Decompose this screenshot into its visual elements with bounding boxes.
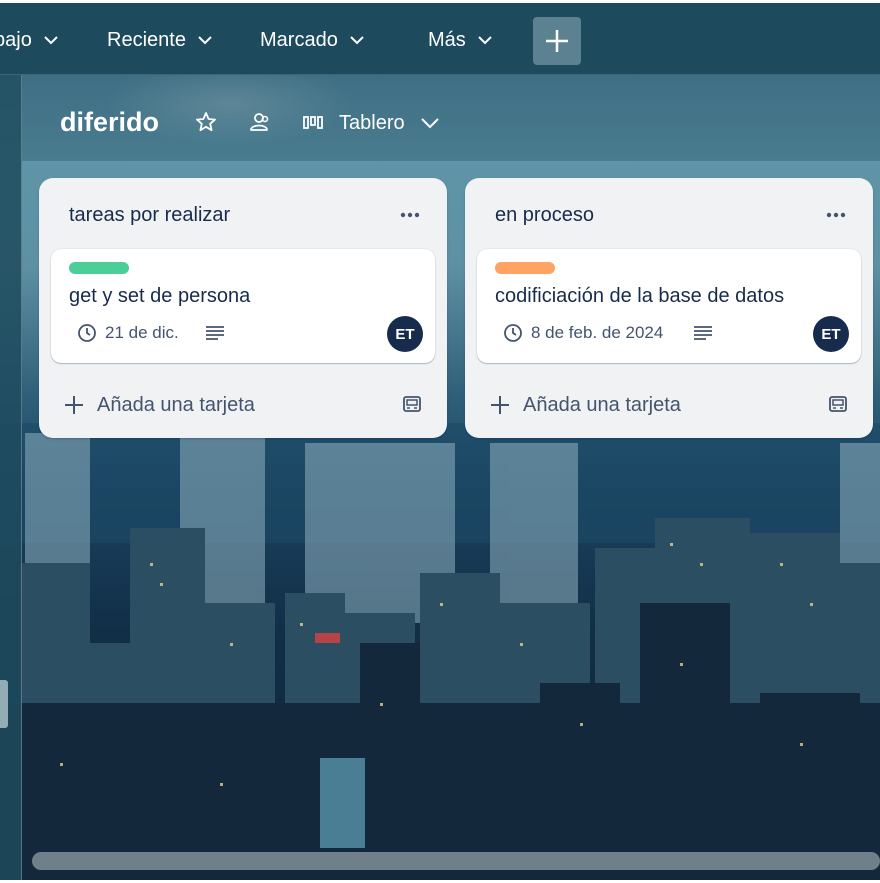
board-header: diferido Tablero <box>22 75 880 161</box>
chevron-down-icon <box>420 118 439 129</box>
chevron-down-icon <box>478 36 492 45</box>
team-visibility-icon[interactable] <box>248 110 272 134</box>
description-icon <box>206 326 224 340</box>
board-horizontal-scrollbar[interactable] <box>32 852 880 870</box>
card-due-date[interactable]: 8 de feb. de 2024 <box>503 322 663 344</box>
card-title: get y set de persona <box>69 285 251 307</box>
chevron-down-icon <box>350 36 364 45</box>
member-avatar[interactable]: ET <box>387 316 423 352</box>
trello-window: bajo Reciente Marcado Más diferido <box>0 3 880 880</box>
more-horizontal-icon <box>400 212 420 218</box>
chevron-down-icon <box>198 36 212 45</box>
card[interactable]: codificiación de la base de datos 8 de f… <box>477 249 861 363</box>
sidebar-scroll-thumb[interactable] <box>0 680 8 728</box>
board-view-label: Tablero <box>339 111 405 134</box>
board-title[interactable]: diferido <box>60 107 159 138</box>
more-horizontal-icon <box>826 212 846 218</box>
nav-starred-menu[interactable]: Marcado <box>260 25 366 55</box>
list-actions-button[interactable] <box>395 200 425 230</box>
nav-more-label: Más <box>428 28 466 51</box>
board-view-icon <box>303 116 323 129</box>
list-actions-button[interactable] <box>821 200 851 230</box>
board-view-switcher[interactable]: Tablero <box>302 109 441 137</box>
plus-icon <box>65 396 83 414</box>
star-icon[interactable] <box>194 110 218 134</box>
collapsed-sidebar[interactable] <box>0 75 22 880</box>
plus-icon <box>546 30 568 52</box>
plus-icon <box>491 396 509 414</box>
description-icon <box>694 326 712 340</box>
clock-icon <box>504 324 522 342</box>
card-due-text: 8 de feb. de 2024 <box>531 323 664 342</box>
add-card-button[interactable]: Añada una tarjeta <box>63 390 255 420</box>
nav-more-menu[interactable]: Más <box>428 25 494 55</box>
nav-workspaces-menu[interactable]: bajo <box>0 25 60 55</box>
member-avatar[interactable]: ET <box>813 316 849 352</box>
card-due-text: 21 de dic. <box>105 323 179 342</box>
card-template-icon[interactable] <box>401 393 423 415</box>
add-card-label: Añada una tarjeta <box>97 393 255 416</box>
nav-recent-label: Reciente <box>107 28 186 51</box>
card-label[interactable] <box>495 262 555 274</box>
card[interactable]: get y set de persona 21 de dic. ET <box>51 249 435 363</box>
nav-recent-menu[interactable]: Reciente <box>107 25 214 55</box>
card-label[interactable] <box>69 262 129 274</box>
nav-workspaces-label: bajo <box>0 28 32 51</box>
add-card-label: Añada una tarjeta <box>523 393 681 416</box>
card-due-date[interactable]: 21 de dic. <box>77 322 179 344</box>
list-tareas-por-realizar: tareas por realizar get y set de persona… <box>39 178 447 438</box>
nav-starred-label: Marcado <box>260 28 338 51</box>
card-title: codificiación de la base de datos <box>495 285 785 307</box>
create-button[interactable] <box>533 17 581 65</box>
list-title[interactable]: tareas por realizar <box>69 204 230 227</box>
top-navigation-bar: bajo Reciente Marcado Más <box>0 3 880 75</box>
card-template-icon[interactable] <box>827 393 849 415</box>
chevron-down-icon <box>44 36 58 45</box>
list-title[interactable]: en proceso <box>495 204 594 227</box>
clock-icon <box>78 324 96 342</box>
add-card-button[interactable]: Añada una tarjeta <box>489 390 681 420</box>
list-en-proceso: en proceso codificiación de la base de d… <box>465 178 873 438</box>
